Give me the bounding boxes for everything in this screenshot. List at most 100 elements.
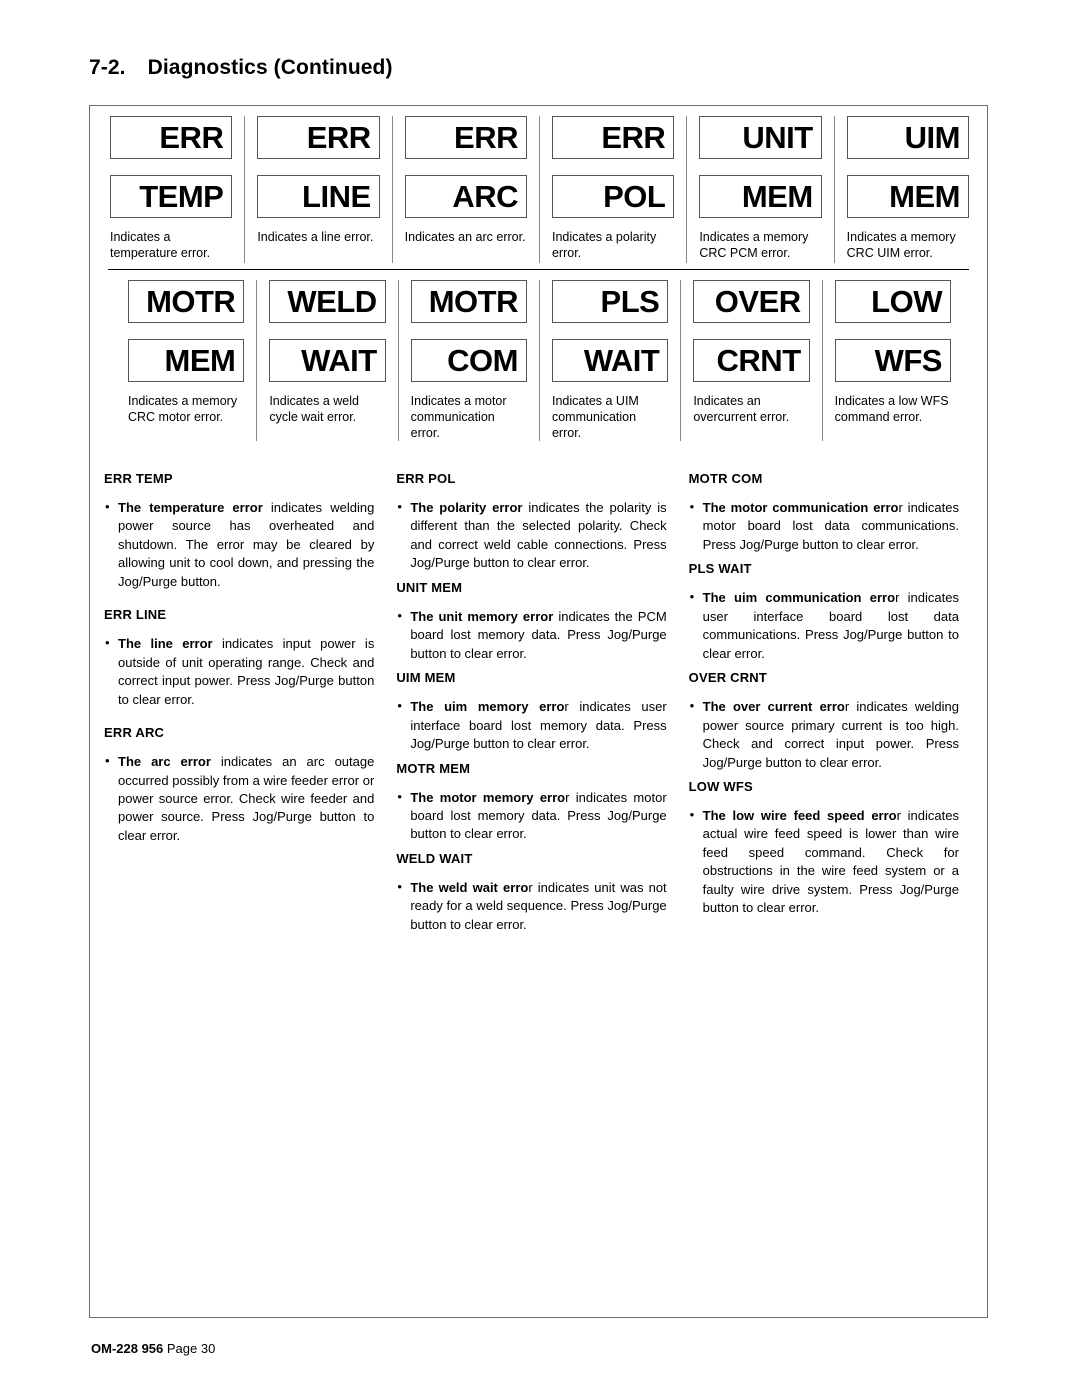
- display-code-cell: PLS WAIT Indicates a UIM communication err…: [540, 280, 682, 441]
- description-column: ERR TEMP • The temperature error indicates…: [104, 471, 388, 934]
- bullet-point-icon: •: [689, 589, 695, 605]
- display-code-caption: Indicates an arc error.: [404, 230, 526, 244]
- description-block: LOW WFS • The low wire feed speed error in…: [689, 779, 959, 918]
- description-bullet: • The motor communication error indicates…: [689, 499, 959, 554]
- footer-page-label: Page 30: [163, 1341, 216, 1356]
- bullet-point-icon: •: [397, 788, 402, 804]
- bullet-point-icon: •: [105, 499, 110, 514]
- display-code-cell: MOTR MEM Indicates a memory CRC motor erro…: [108, 280, 258, 441]
- description-bullet-lead: The over current erro: [702, 699, 845, 715]
- lcd-line-1: MOTR: [410, 280, 527, 323]
- display-code-cell: ERR TEMP Indicates a temperature error.: [90, 116, 246, 263]
- lcd-line-1: WELD: [269, 280, 386, 323]
- description-bullet-body: r indicates actual wire feed speed is lo…: [702, 807, 959, 916]
- description-bullet-lead: The motor memory erro: [410, 789, 566, 805]
- display-code-cell: WELD WAIT Indicates a weld cycle wait erro…: [257, 280, 399, 441]
- description-columns: ERR TEMP • The temperature error indicates…: [90, 471, 987, 934]
- display-code-caption: Indicates a memory CRC motor error.: [128, 394, 238, 424]
- description-bullet-lead: The low wire feed speed erro: [702, 807, 897, 823]
- page-footer: OM-228 956 Page 30: [91, 1341, 215, 1356]
- description-bullet: • The temperature error indicates welding…: [104, 499, 374, 591]
- description-block: ERR LINE • The line error indicates input …: [104, 607, 374, 709]
- description-block: ERR TEMP • The temperature error indicates…: [104, 471, 374, 591]
- description-block: ERR POL • The polarity error indicates the…: [396, 471, 666, 573]
- lcd-line-1: ERR: [551, 116, 675, 159]
- lcd-line-1: PLS: [551, 280, 669, 323]
- description-bullet-lead: The motor communication erro: [702, 500, 899, 515]
- description-heading: ERR POL: [396, 471, 456, 486]
- display-code-cell: ERR POL Indicates a polarity error.: [540, 116, 688, 263]
- description-bullet-lead: The weld wait erro: [410, 879, 529, 895]
- display-code-caption: Indicates a polarity error.: [551, 230, 657, 260]
- lcd-line-2: MEM: [128, 339, 245, 382]
- display-code-cell: MOTR COM Indicates a motor communication e…: [399, 280, 540, 441]
- description-heading: MOTR COM: [688, 471, 763, 486]
- description-bullet: • The low wire feed speed error indicates…: [689, 807, 959, 918]
- description-heading: ERR LINE: [104, 607, 167, 623]
- display-code-caption: Indicates a UIM communication error.: [551, 394, 639, 440]
- bullet-point-icon: •: [689, 499, 695, 514]
- bullet-point-icon: •: [105, 753, 110, 769]
- description-bullet: • The weld wait error indicates unit was …: [396, 879, 666, 934]
- lcd-line-1: MOTR: [128, 280, 245, 323]
- description-heading: ERR ARC: [104, 725, 165, 741]
- bullet-point-icon: •: [397, 607, 402, 623]
- description-heading: UNIT MEM: [396, 579, 463, 595]
- description-heading: MOTR MEM: [396, 760, 471, 776]
- lcd-line-2: CRNT: [693, 339, 810, 382]
- description-block: ERR ARC • The arc error indicates an arc o…: [104, 725, 374, 845]
- description-block: UIM MEM • The uim memory error indicates u…: [396, 670, 666, 753]
- display-code-cell: LOW WFS Indicates a low WFS command error.: [823, 280, 969, 441]
- bullet-point-icon: •: [689, 806, 695, 822]
- description-bullet-lead: The temperature error: [118, 500, 263, 515]
- lcd-line-2: WAIT: [269, 339, 386, 382]
- lcd-line-1: UIM: [846, 116, 969, 159]
- display-code-caption: Indicates a motor communication error.: [410, 394, 507, 440]
- description-bullet-lead: The uim memory erro: [410, 699, 565, 715]
- lcd-line-2: WAIT: [551, 339, 669, 382]
- bullet-point-icon: •: [689, 698, 695, 714]
- section-title: Diagnostics (Continued): [147, 56, 393, 79]
- bullet-point-icon: •: [397, 499, 402, 514]
- description-bullet: • The uim communication error indicates u…: [689, 589, 959, 663]
- bullet-point-icon: •: [397, 878, 402, 894]
- description-heading: UIM MEM: [396, 670, 456, 686]
- description-heading: PLS WAIT: [688, 561, 752, 577]
- display-code-row: MOTR MEM Indicates a memory CRC motor erro…: [108, 269, 969, 447]
- lcd-line-2: WFS: [834, 339, 951, 382]
- lcd-line-1: OVER: [693, 280, 810, 323]
- display-code-caption: Indicates an overcurrent error.: [693, 394, 790, 424]
- description-bullet: • The over current error indicates weldin…: [689, 698, 959, 772]
- description-bullet: • The motor memory error indicates motor …: [396, 789, 666, 844]
- description-block: WELD WAIT • The weld wait error indicates …: [396, 851, 666, 934]
- description-bullet-lead: The unit memory error: [410, 608, 554, 624]
- display-code-caption: Indicates a weld cycle wait error.: [269, 394, 359, 424]
- display-code-row: ERR TEMP Indicates a temperature error. ERR…: [90, 106, 987, 269]
- description-column: ERR POL • The polarity error indicates the…: [388, 471, 680, 934]
- description-heading: OVER CRNT: [688, 670, 768, 686]
- lcd-line-2: TEMP: [110, 175, 233, 218]
- description-block: UNIT MEM • The unit memory error indicates…: [396, 580, 666, 663]
- bullet-point-icon: •: [105, 635, 110, 651]
- description-bullet-lead: The arc error: [118, 754, 211, 770]
- description-block: MOTR COM • The motor communication error i…: [689, 471, 959, 554]
- lcd-line-2: MEM: [846, 175, 969, 218]
- footer-doc-number: OM-228 956: [91, 1341, 164, 1356]
- display-code-caption: Indicates a memory CRC UIM error.: [846, 230, 956, 260]
- display-code-cell: OVER CRNT Indicates an overcurrent error.: [681, 280, 823, 441]
- display-code-cell: UNIT MEM Indicates a memory CRC PCM error.: [687, 116, 835, 263]
- lcd-line-1: ERR: [257, 116, 380, 159]
- display-code-cell: ERR ARC Indicates an arc error.: [393, 116, 540, 263]
- description-heading: LOW WFS: [688, 778, 753, 794]
- lcd-line-2: POL: [551, 175, 675, 218]
- description-block: PLS WAIT • The uim communication error ind…: [689, 561, 959, 663]
- description-heading: WELD WAIT: [396, 850, 473, 866]
- lcd-line-2: LINE: [257, 175, 380, 218]
- display-code-cell: UIM MEM Indicates a memory CRC UIM error.: [835, 116, 987, 263]
- display-code-cell: ERR LINE Indicates a line error.: [245, 116, 393, 263]
- description-heading: ERR TEMP: [104, 471, 173, 486]
- description-column: MOTR COM • The motor communication erro r i…: [681, 471, 973, 934]
- display-code-caption: Indicates a line error.: [257, 230, 374, 244]
- description-block: MOTR MEM • The motor memory error indicate…: [396, 761, 666, 844]
- content-frame: ERR TEMP Indicates a temperature error. ERR…: [89, 105, 988, 1318]
